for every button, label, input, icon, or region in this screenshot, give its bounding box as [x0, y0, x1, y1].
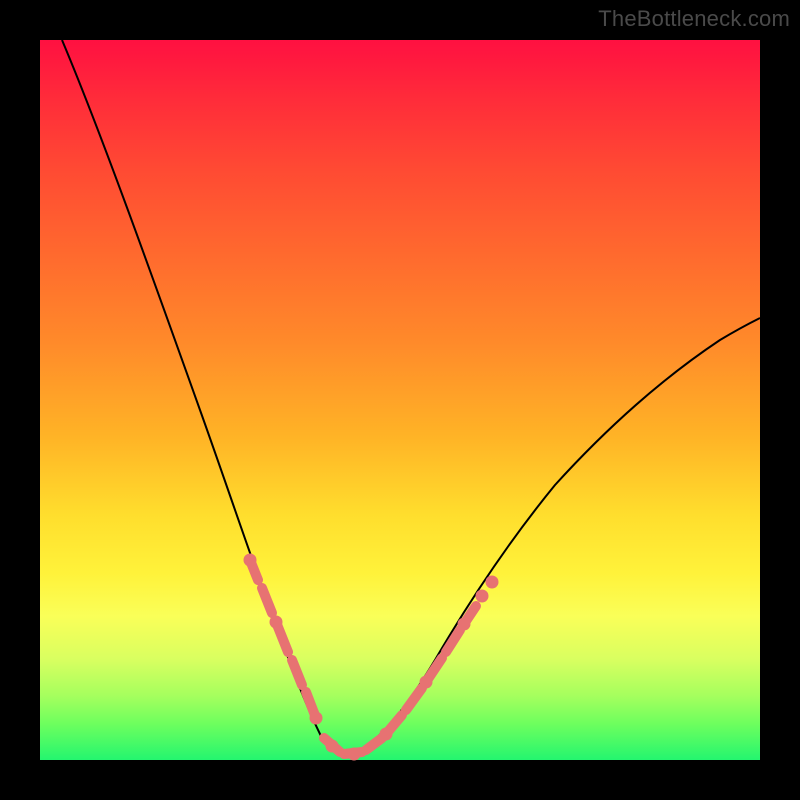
dot — [348, 748, 360, 760]
curve-layer — [40, 40, 760, 760]
dot — [244, 554, 256, 566]
dot-cluster-left — [262, 588, 272, 613]
dot-cluster-left — [292, 660, 302, 685]
dot — [476, 590, 488, 602]
dot — [380, 728, 392, 740]
dot — [420, 676, 432, 688]
dot — [458, 618, 470, 630]
dot — [310, 712, 322, 724]
dot — [270, 616, 282, 628]
dot-cluster-right — [406, 688, 422, 710]
watermark-text: TheBottleneck.com — [598, 6, 790, 32]
plot-area — [40, 40, 760, 760]
dot — [326, 740, 338, 752]
dot — [486, 576, 498, 588]
dot-cluster-right — [446, 630, 460, 652]
chart-frame: TheBottleneck.com — [0, 0, 800, 800]
bottleneck-curve — [62, 40, 760, 754]
dot-cluster-right — [366, 738, 382, 750]
